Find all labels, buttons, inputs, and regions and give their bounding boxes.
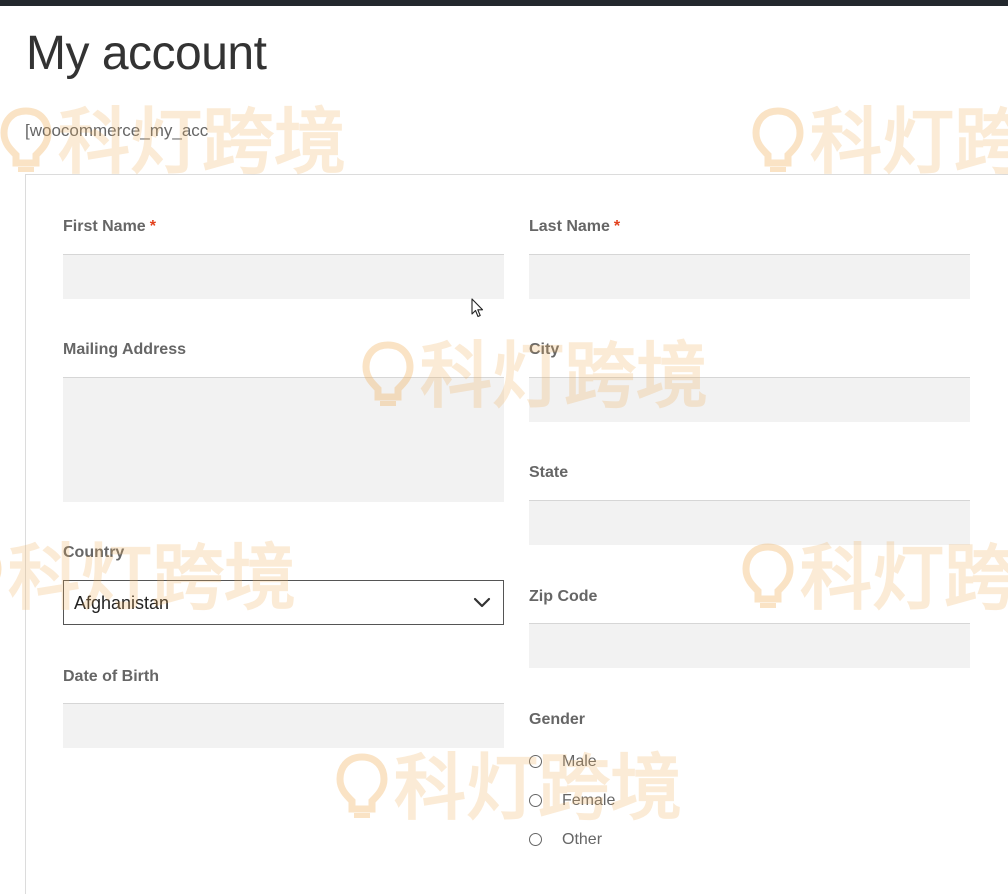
gender-option-label: Other <box>562 831 603 848</box>
mailing-address-textarea[interactable] <box>63 377 504 502</box>
shortcode-text: [woocommerce_my_acc <box>25 121 209 140</box>
first-name-label-text: First Name <box>63 218 146 235</box>
watermark-text: 科灯跨境 <box>58 100 347 184</box>
gender-option-label: Female <box>562 792 616 809</box>
date-of-birth-input[interactable] <box>63 703 504 748</box>
first-name-input[interactable] <box>63 254 504 299</box>
state-input[interactable] <box>529 500 970 545</box>
watermark: 科灯跨境 <box>0 102 346 182</box>
city-input[interactable] <box>529 377 970 422</box>
zip-code-input[interactable] <box>529 623 970 668</box>
mailing-address-label: Mailing Address <box>63 341 186 358</box>
last-name-input[interactable] <box>529 254 970 299</box>
radio-button-icon[interactable] <box>529 833 542 846</box>
page-title: My account <box>26 27 267 80</box>
lightbulb-logo-icon <box>0 107 52 172</box>
mouse-pointer-icon <box>471 298 484 318</box>
country-selected-value: Afghanistan <box>74 593 170 613</box>
watermark-text: 科灯跨境 <box>810 100 1008 184</box>
country-select[interactable]: Afghanistan <box>63 580 504 625</box>
radio-button-icon[interactable] <box>529 794 542 807</box>
last-name-label: Last Name * <box>529 217 620 237</box>
last-name-label-text: Last Name <box>529 218 610 235</box>
admin-top-bar <box>0 0 1008 6</box>
watermark: 科灯跨境 <box>752 102 1008 182</box>
date-of-birth-label: Date of Birth <box>63 668 159 685</box>
zip-code-label: Zip Code <box>529 588 598 605</box>
lightbulb-logo-icon <box>752 107 804 172</box>
lightbulb-logo-icon <box>0 559 2 578</box>
required-marker: * <box>149 218 156 235</box>
first-name-label: First Name * <box>63 217 156 237</box>
chevron-down-icon <box>473 597 491 608</box>
state-label: State <box>529 464 569 481</box>
gender-option-label: Male <box>562 753 597 770</box>
country-label: Country <box>63 544 125 561</box>
gender-label: Gender <box>529 711 586 728</box>
radio-button-icon[interactable] <box>529 755 542 768</box>
city-label: City <box>529 341 560 358</box>
required-marker: * <box>613 218 621 235</box>
